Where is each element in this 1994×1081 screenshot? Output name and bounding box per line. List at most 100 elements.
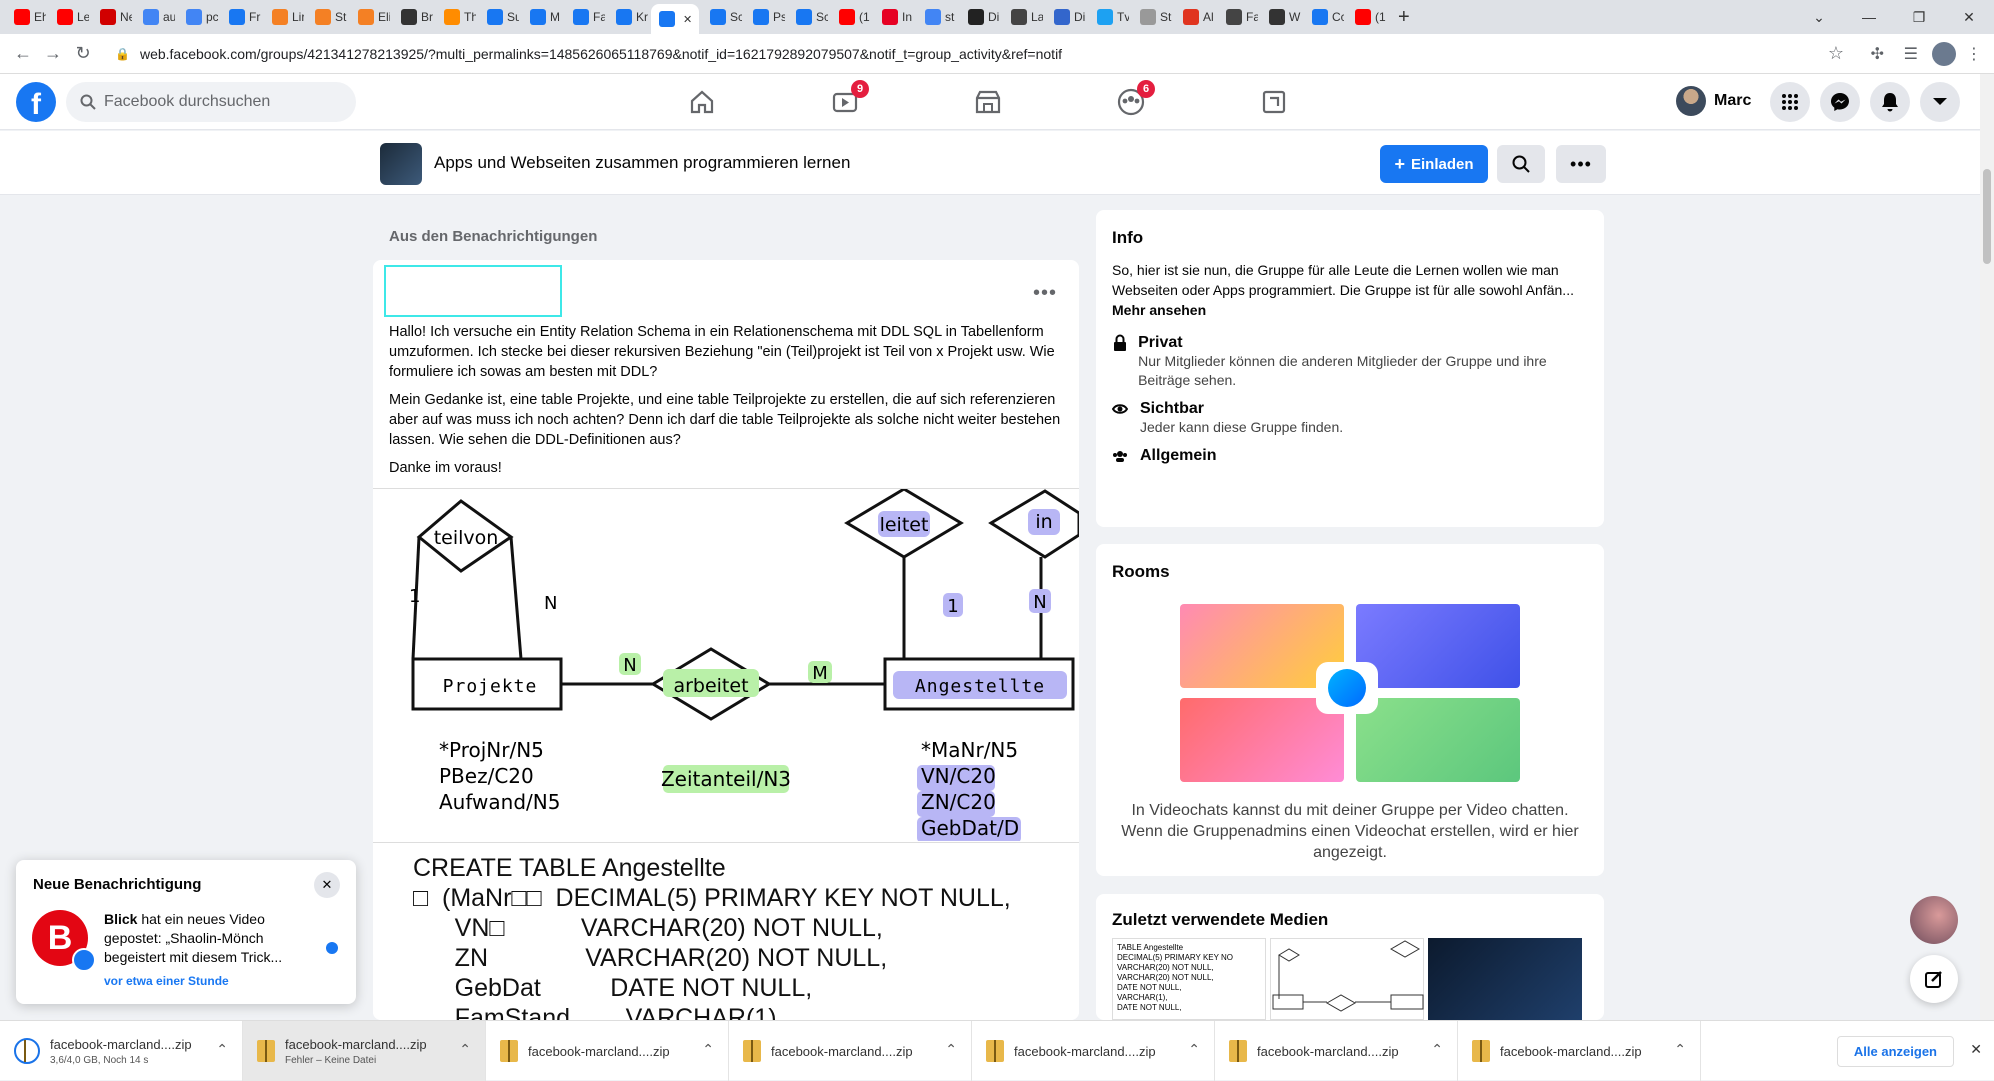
account-dropdown-icon[interactable] bbox=[1920, 82, 1960, 122]
browser-tab[interactable]: Le bbox=[49, 4, 89, 30]
show-all-downloads-button[interactable]: Alle anzeigen bbox=[1836, 1036, 1954, 1067]
tab-favicon-icon bbox=[925, 9, 941, 25]
browser-tab[interactable]: Lir bbox=[264, 4, 304, 30]
browser-tab[interactable]: Fa bbox=[1218, 4, 1258, 30]
download-item[interactable]: facebook-marcland....zip ⌃ bbox=[729, 1021, 972, 1081]
browser-tab[interactable]: St bbox=[307, 4, 347, 30]
browser-tab[interactable]: Tv bbox=[1089, 4, 1129, 30]
media-thumbnail[interactable] bbox=[1270, 938, 1424, 1020]
gaming-icon[interactable] bbox=[1256, 84, 1292, 120]
chevron-up-icon[interactable]: ⌃ bbox=[1674, 1041, 1686, 1058]
post-image-sql[interactable]: CREATE TABLE Angestellte □ (MaNr□□ DECIM… bbox=[373, 842, 1079, 1020]
plus-icon: + bbox=[1394, 153, 1405, 174]
group-thumbnail[interactable] bbox=[380, 143, 422, 185]
browser-tab[interactable]: st bbox=[917, 4, 957, 30]
browser-tab[interactable]: La bbox=[1003, 4, 1043, 30]
browser-tab[interactable]: au bbox=[135, 4, 175, 30]
invite-button[interactable]: + Einladen bbox=[1380, 145, 1488, 183]
browser-tab[interactable]: Ps bbox=[745, 4, 785, 30]
browser-tab[interactable]: ✕ bbox=[651, 4, 699, 34]
browser-tab[interactable]: Di bbox=[960, 4, 1000, 30]
watch-icon[interactable]: 9 bbox=[827, 80, 869, 120]
chevron-up-icon[interactable]: ⌃ bbox=[945, 1041, 957, 1058]
chevron-up-icon[interactable]: ⌃ bbox=[459, 1041, 471, 1058]
post-options-icon[interactable]: ••• bbox=[1033, 282, 1057, 305]
browser-tab[interactable]: (1 bbox=[831, 4, 871, 30]
browser-tab[interactable]: Fa bbox=[565, 4, 605, 30]
group-title[interactable]: Apps und Webseiten zusammen programmiere… bbox=[434, 153, 850, 173]
new-tab-icon[interactable]: + bbox=[1398, 6, 1410, 29]
tab-search-icon[interactable]: ⌄ bbox=[1794, 0, 1844, 34]
scrollbar-thumb[interactable] bbox=[1983, 169, 1991, 264]
profile-link[interactable]: Marc bbox=[1676, 86, 1751, 116]
more-link[interactable]: Mehr ansehen bbox=[1112, 302, 1206, 318]
maximize-button[interactable]: ❐ bbox=[1894, 0, 1944, 34]
browser-tab[interactable]: Th bbox=[436, 4, 476, 30]
extensions-icon[interactable]: ✣ bbox=[1871, 44, 1884, 64]
download-item[interactable]: facebook-marcland....zip ⌃ bbox=[1215, 1021, 1458, 1081]
browser-tab[interactable]: Sc bbox=[702, 4, 742, 30]
browser-tab[interactable]: St bbox=[1132, 4, 1172, 30]
marketplace-icon[interactable] bbox=[970, 84, 1006, 120]
browser-tab[interactable]: Kr bbox=[608, 4, 648, 30]
tab-close-icon[interactable]: ✕ bbox=[683, 13, 692, 26]
browser-tab[interactable]: Al bbox=[1175, 4, 1215, 30]
notifications-bell-icon[interactable] bbox=[1870, 82, 1910, 122]
post-author-area[interactable] bbox=[384, 265, 562, 317]
group-more-button[interactable]: ••• bbox=[1556, 145, 1606, 183]
minimize-button[interactable]: — bbox=[1844, 0, 1894, 34]
media-thumbnail[interactable] bbox=[1428, 938, 1582, 1020]
close-window-button[interactable]: ✕ bbox=[1944, 0, 1994, 34]
star-icon[interactable]: ☆ bbox=[1828, 43, 1844, 64]
post-image-er-diagram[interactable]: teilvon Projekte arbeitet Angestellte le… bbox=[373, 487, 1079, 843]
forward-icon[interactable]: → bbox=[38, 43, 68, 64]
browser-tab[interactable]: Br bbox=[393, 4, 433, 30]
facebook-search-input[interactable]: Facebook durchsuchen bbox=[66, 82, 356, 122]
browser-tab[interactable]: Eh bbox=[6, 4, 46, 30]
browser-tab[interactable]: Su bbox=[479, 4, 519, 30]
browser-tab[interactable]: Ne bbox=[92, 4, 132, 30]
chevron-up-icon[interactable]: ⌃ bbox=[1431, 1041, 1443, 1058]
menu-grid-icon[interactable] bbox=[1770, 82, 1810, 122]
url-field[interactable]: 🔒 web.facebook.com/groups/42134127821392… bbox=[115, 40, 1855, 68]
download-item[interactable]: facebook-marcland....zip Fehler – Keine D… bbox=[243, 1021, 486, 1081]
new-message-button[interactable] bbox=[1910, 955, 1958, 1003]
browser-tab[interactable]: In bbox=[874, 4, 914, 30]
chat-head-avatar[interactable] bbox=[1910, 896, 1958, 944]
close-icon[interactable]: ✕ bbox=[314, 872, 340, 898]
browser-tab[interactable]: Fr bbox=[221, 4, 261, 30]
browser-tab[interactable]: Cc bbox=[1304, 4, 1344, 30]
browser-tab[interactable]: (1 bbox=[1347, 4, 1387, 30]
download-item[interactable]: facebook-marcland....zip ⌃ bbox=[1458, 1021, 1701, 1081]
browser-tab[interactable]: Sc bbox=[788, 4, 828, 30]
download-item[interactable]: facebook-marcland....zip 3,6/4,0 GB, Noch… bbox=[0, 1021, 243, 1081]
profile-avatar[interactable] bbox=[1932, 41, 1956, 66]
post-paragraph: Danke im voraus! bbox=[389, 460, 502, 476]
reload-icon[interactable]: ↻ bbox=[68, 43, 98, 64]
media-thumbnail[interactable]: TABLE Angestellte DECIMAL(5) PRIMARY KEY… bbox=[1112, 938, 1266, 1020]
tab-label: Lir bbox=[292, 10, 304, 24]
download-item[interactable]: facebook-marcland....zip ⌃ bbox=[972, 1021, 1215, 1081]
browser-tab[interactable]: W bbox=[1261, 4, 1301, 30]
browser-tab[interactable]: pc bbox=[178, 4, 218, 30]
back-icon[interactable]: ← bbox=[8, 43, 38, 64]
reading-list-icon[interactable]: ☰ bbox=[1904, 44, 1918, 64]
groups-icon[interactable]: 6 bbox=[1113, 80, 1155, 120]
browser-tab[interactable]: Eli bbox=[350, 4, 390, 30]
browser-menu-icon[interactable]: ⋮ bbox=[1966, 44, 1982, 64]
page-scrollbar[interactable] bbox=[1980, 74, 1994, 1020]
chevron-up-icon[interactable]: ⌃ bbox=[702, 1041, 714, 1058]
chevron-up-icon[interactable]: ⌃ bbox=[216, 1041, 228, 1058]
browser-tab[interactable]: M bbox=[522, 4, 562, 30]
browser-tab[interactable]: Di bbox=[1046, 4, 1086, 30]
group-search-button[interactable] bbox=[1497, 145, 1545, 183]
download-item[interactable]: facebook-marcland....zip ⌃ bbox=[486, 1021, 729, 1081]
home-icon[interactable] bbox=[684, 84, 720, 120]
facebook-logo-icon[interactable]: f bbox=[16, 82, 56, 122]
chevron-up-icon[interactable]: ⌃ bbox=[1188, 1041, 1200, 1058]
er-card-n-right: N bbox=[1033, 592, 1046, 613]
notification-toast[interactable]: Neue Benachrichtigung ✕ B Blick hat ein … bbox=[16, 860, 356, 1004]
er-label-arbeitet: arbeitet bbox=[673, 675, 748, 697]
messenger-icon[interactable] bbox=[1820, 82, 1860, 122]
close-download-bar-icon[interactable]: ✕ bbox=[1970, 1041, 1982, 1058]
